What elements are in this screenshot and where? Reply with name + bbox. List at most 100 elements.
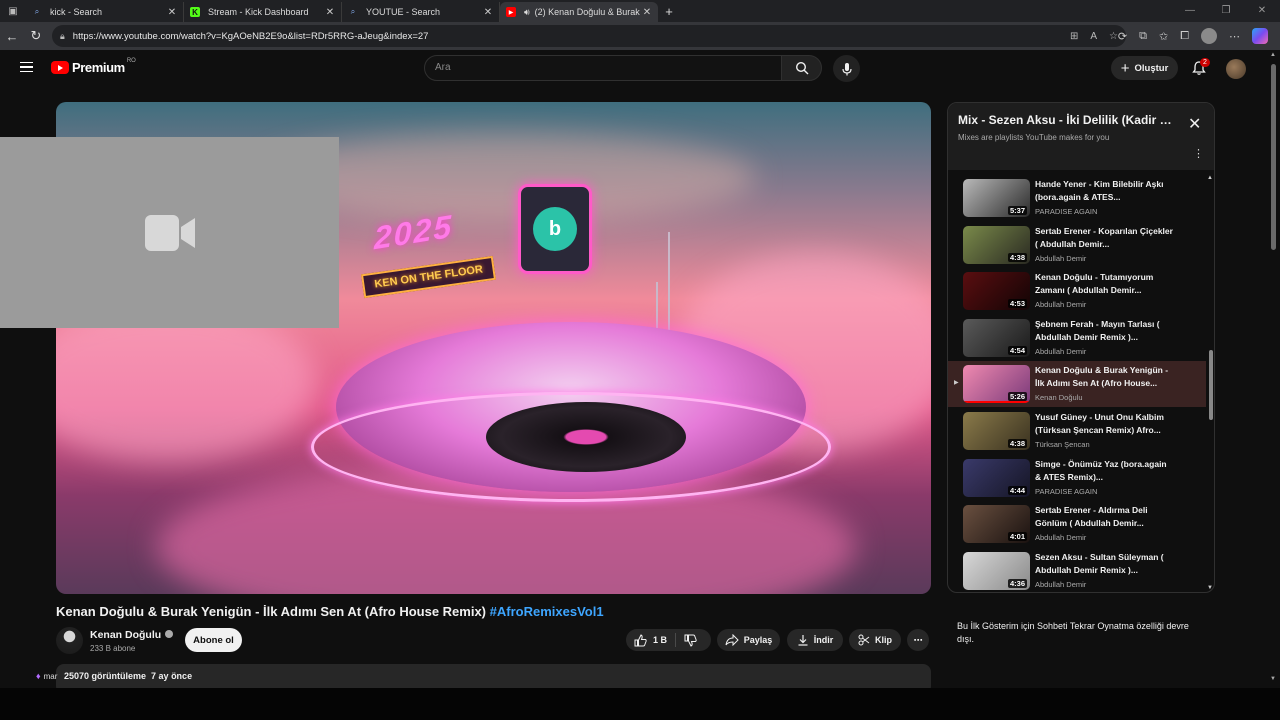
favorite-star-icon[interactable]: ☆ xyxy=(1109,31,1118,42)
create-button[interactable]: + Oluştur xyxy=(1111,56,1178,80)
browser-tab-3[interactable]: ⌕ YOUTUE - Search ✕ xyxy=(342,2,500,22)
browser-tab-2[interactable]: K Stream - Kick Dashboard ✕ xyxy=(184,2,342,22)
dislike-button[interactable] xyxy=(676,629,705,651)
playlist-item-channel: Abdullah Demir xyxy=(1035,533,1087,543)
profile-avatar-icon[interactable] xyxy=(1201,28,1217,44)
duration-badge: 5:26 xyxy=(1007,392,1027,402)
scroll-down-icon[interactable]: ▼ xyxy=(1270,676,1276,682)
download-button[interactable]: İndir xyxy=(787,629,843,651)
split-screen-icon[interactable]: ⧉ xyxy=(1139,30,1147,43)
more-menu-icon[interactable]: ⋯ xyxy=(1229,30,1240,43)
playlist-item-channel: Kenan Doğulu xyxy=(1035,393,1083,403)
close-tab-icon[interactable]: ✕ xyxy=(325,7,335,18)
video-thumbnail[interactable]: 4:38 xyxy=(963,412,1030,450)
playlist-item-title: Sertab Erener - Koparılan Çiçekler ( Abd… xyxy=(1035,225,1173,249)
playlist-item[interactable]: 5:37 Hande Yener - Kim Bilebilir Aşkı (bo… xyxy=(948,175,1206,221)
apps-icon[interactable]: ⊞ xyxy=(1070,31,1078,42)
clip-button[interactable]: Klip xyxy=(849,629,901,651)
like-dislike-group: 1 B xyxy=(626,629,711,651)
extension-bar: ⟳ ⧉ ✩ ⧠ ⋯ xyxy=(1118,28,1268,44)
video-thumbnail[interactable]: 4:54 xyxy=(963,318,1030,357)
scroll-down-icon[interactable]: ▼ xyxy=(1207,585,1213,591)
playlist-header: Mix - Sezen Aksu - İki Delilik (Kadir De… xyxy=(948,103,1214,170)
playlist-scrollbar[interactable]: ▲ ▼ xyxy=(1206,175,1214,592)
hashtag-link[interactable]: #AfroRemixesVol1 xyxy=(490,604,604,619)
tab-title: YOUTUE - Search xyxy=(366,7,441,17)
share-arrow-icon xyxy=(725,634,739,646)
site-info-icon[interactable]: 🔒︎ xyxy=(60,31,65,42)
playlist-item[interactable]: 4:44 Simge - Önümüz Yaz (bora.again & ATE… xyxy=(948,455,1206,501)
playlist-item[interactable]: 4:53 Kenan Doğulu - Tutamıyorum Zamanı ( … xyxy=(948,268,1206,314)
reload-icon[interactable]: ↻ xyxy=(24,28,48,44)
playlist-subtitle: Mixes are playlists YouTube makes for yo… xyxy=(958,133,1110,142)
close-icon[interactable]: ✕ xyxy=(1188,117,1201,133)
collections-icon[interactable]: ⧠ xyxy=(1180,30,1189,43)
back-icon[interactable]: ← xyxy=(0,29,24,44)
taskbar-strip xyxy=(0,688,1280,720)
address-bar[interactable]: 🔒︎ https://www.youtube.com/watch?v=KgAOe… xyxy=(52,25,1126,47)
tab-actions-icon[interactable]: ▣ xyxy=(0,0,26,22)
playlist-item-channel: Abdullah Demir xyxy=(1035,253,1087,263)
menu-icon[interactable] xyxy=(20,62,33,72)
scroll-thumb[interactable] xyxy=(1271,64,1276,250)
ken-on-the-floor-sign: KEN ON THE FLOOR xyxy=(360,255,497,299)
playlist-item[interactable]: 4:54 Şebnem Ferah - Mayın Tarlası ( Abdul… xyxy=(948,315,1206,361)
video-thumbnail[interactable]: 5:26 xyxy=(963,365,1030,404)
playlist-item-title: Sertab Erener - Aldırma Deli Gönlüm ( Ab… xyxy=(1035,505,1148,529)
restore-icon[interactable]: ❐ xyxy=(1208,0,1244,22)
window-controls: — ❐ ✕ xyxy=(1172,0,1280,22)
playlist-item[interactable]: 4:38 Sertab Erener - Koparılan Çiçekler (… xyxy=(948,222,1206,268)
new-tab-button[interactable]: + xyxy=(658,4,680,19)
browser-toolbar: ← ↻ 🔒︎ https://www.youtube.com/watch?v=K… xyxy=(0,22,1280,50)
close-window-icon[interactable]: ✕ xyxy=(1244,0,1280,22)
search-input[interactable]: Ara xyxy=(424,55,782,81)
close-tab-icon[interactable]: ✕ xyxy=(642,7,652,18)
more-actions-button[interactable]: ⋯ xyxy=(907,629,929,651)
upload-age: 7 ay önce xyxy=(151,671,193,681)
video-thumbnail[interactable]: 4:44 xyxy=(963,458,1030,497)
speaker-icon[interactable]: 🔊︎ xyxy=(524,7,530,18)
download-icon xyxy=(798,635,808,646)
video-thumbnail[interactable]: 4:53 xyxy=(963,272,1030,311)
extension-icon[interactable]: ⟳ xyxy=(1118,30,1127,43)
video-thumbnail[interactable]: 4:36 xyxy=(963,551,1030,590)
like-button[interactable]: 1 B xyxy=(626,629,675,651)
browser-tab-1[interactable]: ⌕ kick - Search ✕ xyxy=(26,2,184,22)
duration-badge: 5:37 xyxy=(1007,206,1027,215)
mix-playlist-panel: Mix - Sezen Aksu - İki Delilik (Kadir De… xyxy=(947,102,1215,593)
account-avatar[interactable] xyxy=(1226,59,1246,79)
page-scrollbar[interactable]: ▲ ▼ xyxy=(1268,50,1280,688)
playlist-item[interactable]: 4:01 Sertab Erener - Aldırma Deli Gönlüm … xyxy=(948,501,1206,547)
scroll-up-icon[interactable]: ▲ xyxy=(1207,175,1213,181)
video-stats: 25070 görüntüleme 7 ay önce xyxy=(64,671,192,681)
search-button[interactable] xyxy=(781,55,822,81)
share-button[interactable]: Paylaş xyxy=(717,629,780,651)
read-aloud-icon[interactable]: A xyxy=(1090,31,1097,42)
minimize-icon[interactable]: — xyxy=(1172,0,1208,22)
chat-replay-notice: Bu İlk Gösterim için Sohbeti Tekrar Oyna… xyxy=(957,621,1189,644)
video-thumbnail[interactable]: 5:37 xyxy=(963,179,1030,217)
plus-icon: + xyxy=(1120,59,1130,77)
channel-name[interactable]: Kenan Doğulu xyxy=(90,629,174,641)
favorites-icon[interactable]: ✩ xyxy=(1159,30,1168,43)
scroll-up-icon[interactable]: ▲ xyxy=(1270,52,1276,58)
overlay-username: mar xyxy=(43,671,58,681)
playlist-title[interactable]: Mix - Sezen Aksu - İki Delilik (Kadir De… xyxy=(958,113,1180,127)
close-tab-icon[interactable]: ✕ xyxy=(167,7,177,18)
youtube-premium-logo[interactable]: Premium RO xyxy=(51,57,136,75)
playlist-item[interactable]: 4:38 Yusuf Güney - Unut Onu Kalbim (Türks… xyxy=(948,408,1206,454)
subscribe-button[interactable]: Abone ol xyxy=(185,628,242,652)
playlist-item[interactable]: 4:36 Sezen Aksu - Sultan Süleyman ( Abdul… xyxy=(948,548,1206,592)
channel-avatar[interactable] xyxy=(56,627,83,654)
scroll-thumb[interactable] xyxy=(1209,350,1213,420)
close-tab-icon[interactable]: ✕ xyxy=(483,7,493,18)
playlist-item[interactable]: ▶ 5:26 Kenan Doğulu & Burak Yenigün - İlk … xyxy=(948,361,1206,408)
logo-region: RO xyxy=(126,57,136,64)
playlist-item-channel: PARADISE AGAIN xyxy=(1035,207,1098,216)
video-thumbnail[interactable]: 4:01 xyxy=(963,505,1030,544)
browser-tab-4[interactable]: ▶ 🔊︎ (2) Kenan Doğulu & Burak Ye ✕ xyxy=(500,2,658,22)
copilot-icon[interactable] xyxy=(1252,28,1268,44)
more-vertical-icon[interactable]: ⋮ xyxy=(1193,149,1204,160)
video-thumbnail[interactable]: 4:38 xyxy=(963,225,1030,264)
voice-search-button[interactable] xyxy=(833,55,860,82)
